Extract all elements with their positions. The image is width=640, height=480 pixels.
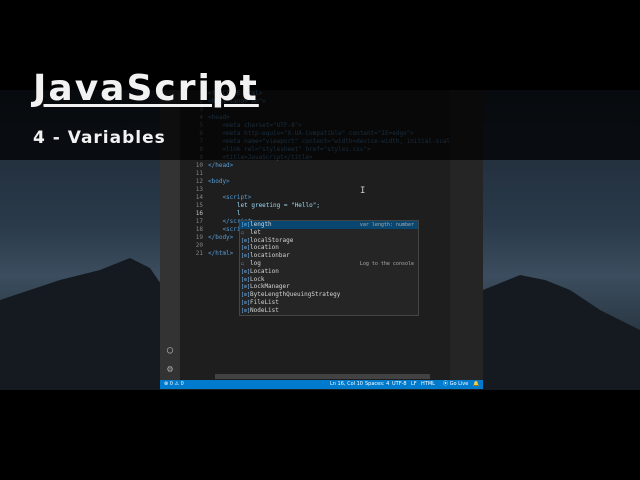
line-number: 15 [195, 202, 203, 209]
item-label: ByteLengthQueuingStrategy [250, 291, 341, 299]
gear-icon[interactable]: ⚙ [164, 364, 176, 376]
line-number: 11 [195, 170, 203, 177]
item-label: Lock [250, 275, 265, 283]
variable-icon: [e] [241, 284, 251, 291]
indentation[interactable]: Spaces: 4 [365, 380, 389, 389]
autocomplete-item[interactable]: ☐ log Log to the console [240, 260, 418, 268]
item-detail: Log to the console [359, 260, 414, 267]
autocomplete-item[interactable]: [e] Lock [240, 276, 418, 284]
code-line: <body> [208, 178, 230, 185]
line-number: 16 [195, 210, 203, 217]
variable-icon: [e] [241, 222, 251, 228]
item-label: localStorage [250, 236, 294, 244]
item-label: LockManager [250, 283, 290, 291]
variable-icon: [e] [241, 307, 251, 314]
language-mode[interactable]: HTML [421, 380, 435, 389]
variable-icon: [e] [241, 245, 251, 252]
item-label: NodeList [250, 306, 279, 314]
go-live-button[interactable]: ⦿ Go Live [443, 380, 468, 389]
snippet-icon: ☐ [241, 229, 245, 236]
item-label: length [250, 221, 272, 228]
variable-icon: [e] [241, 237, 251, 244]
line-number: 12 [195, 178, 203, 185]
eol[interactable]: LF [411, 380, 417, 389]
mouse-ibeam-icon: I [360, 186, 366, 196]
autocomplete-item[interactable]: [e] ByteLengthQueuingStrategy [240, 291, 418, 299]
line-number: 20 [195, 242, 203, 249]
variable-icon: [e] [241, 276, 251, 283]
item-label: locationbar [250, 252, 290, 260]
problems-indicator[interactable]: ⊗ 0 ⚠ 0 [164, 380, 184, 389]
line-number: 13 [195, 186, 203, 193]
autocomplete-item[interactable]: ☐ let [240, 229, 418, 237]
variable-icon: [e] [241, 299, 251, 306]
autocomplete-item[interactable]: [e] LockManager [240, 283, 418, 291]
autocomplete-item[interactable]: [e] localStorage [240, 237, 418, 245]
line-number: 21 [195, 250, 203, 257]
item-label: FileList [250, 298, 279, 306]
autocomplete-item[interactable]: [e] Location [240, 268, 418, 276]
encoding[interactable]: UTF-8 [392, 380, 407, 389]
line-number: 18 [195, 226, 203, 233]
cursor-position[interactable]: Ln 16, Col 10 [330, 380, 363, 389]
code-line: l [208, 210, 241, 217]
autocomplete-popup: [e] length var length: number ☐ let [e] localS… [239, 220, 419, 316]
item-label: log [250, 259, 261, 267]
autocomplete-item[interactable]: [e] FileList [240, 299, 418, 307]
autocomplete-item[interactable]: [e] length var length: number [240, 221, 418, 229]
autocomplete-item[interactable]: [e] location [240, 244, 418, 252]
variable-icon: [e] [241, 292, 251, 299]
item-detail: var length: number [359, 222, 414, 228]
code-line: </head> [208, 162, 234, 169]
status-bar: ⊗ 0 ⚠ 0 Ln 16, Col 10 Spaces: 4 UTF-8 LF… [160, 380, 483, 389]
item-label: location [250, 244, 279, 252]
line-number: 19 [195, 234, 203, 241]
variable-icon: [e] [241, 253, 251, 260]
variable-icon: [e] [241, 268, 251, 275]
code-line: let greeting = "Hello"; [208, 202, 320, 209]
item-label: Location [250, 267, 279, 275]
video-title: JavaScript [33, 68, 259, 109]
code-line: <script> [208, 194, 252, 201]
autocomplete-item[interactable]: [e] NodeList [240, 307, 418, 315]
horizontal-scrollbar[interactable] [215, 374, 430, 379]
line-number: 14 [195, 194, 203, 201]
autocomplete-item[interactable]: [e] locationbar [240, 252, 418, 260]
snippet-icon: ☐ [241, 260, 245, 267]
bell-icon[interactable]: 🔔 [473, 380, 479, 389]
line-number: 17 [195, 218, 203, 225]
item-label: let [250, 228, 261, 236]
video-subtitle: 4 - Variables [33, 128, 166, 148]
account-icon[interactable]: ◯ [164, 345, 176, 357]
line-number: 10 [195, 162, 203, 169]
